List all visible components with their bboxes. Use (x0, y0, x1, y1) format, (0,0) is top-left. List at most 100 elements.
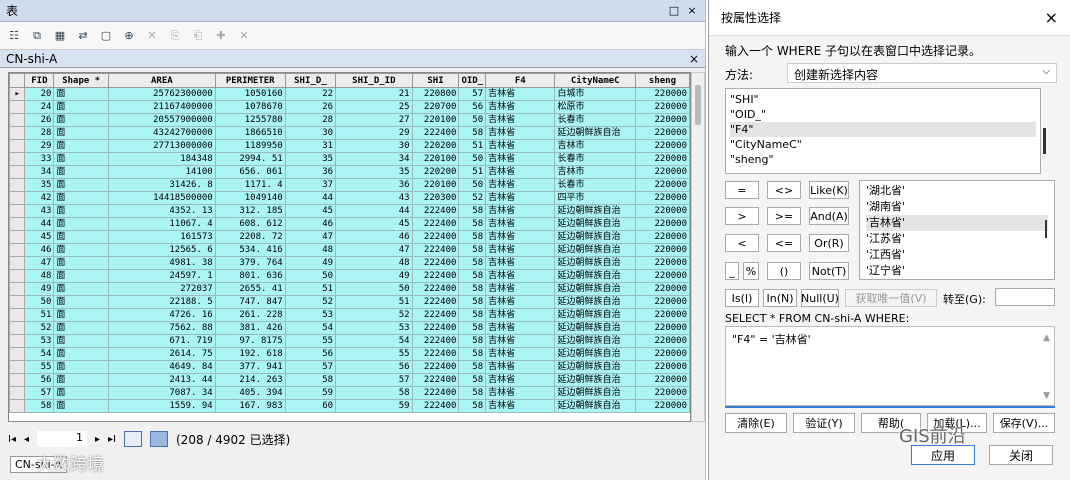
prev-record-button[interactable]: ◂ (24, 434, 29, 445)
table-cell[interactable]: 51 (24, 308, 55, 322)
table-cell[interactable]: 54 (24, 347, 55, 361)
table-cell[interactable]: 377. 941 (214, 360, 286, 374)
table-cell[interactable]: 面 (53, 87, 109, 101)
table-cell[interactable]: 1049140 (214, 191, 286, 205)
table-cell[interactable]: 222400 (411, 308, 460, 322)
field-list-item[interactable]: "sheng" (730, 152, 1036, 167)
unique-values-list[interactable]: '湖北省' '湖南省' '吉林省' '江苏省' '江西省' '辽宁省' (859, 180, 1055, 280)
or-button[interactable]: Or(R) (809, 234, 849, 252)
row-selector-header[interactable] (9, 73, 26, 88)
table-cell[interactable]: 吉林省 (485, 347, 556, 361)
table-cell[interactable]: 58 (458, 126, 487, 140)
table-cell[interactable]: 吉林省 (485, 334, 556, 348)
table-cell[interactable]: 长春市 (554, 178, 636, 192)
table-cell[interactable]: 220000 (634, 282, 690, 296)
row-selector[interactable] (9, 308, 26, 322)
table-row[interactable]: 57 面 7087. 34 405. 394 59 58 222400 58 吉林省 延边朝鲜族自… (9, 386, 690, 400)
table-cell[interactable]: 延边朝鲜族自治 (554, 347, 636, 361)
table-row[interactable]: 46 面 12565. 6 534. 416 48 47 222400 58 吉林省 延边朝鲜族自… (9, 243, 690, 257)
table-cell[interactable]: 24597. 1 (107, 269, 216, 283)
row-selector[interactable] (9, 113, 26, 127)
table-cell[interactable]: 43 (335, 191, 413, 205)
table-cell[interactable]: 222400 (411, 126, 460, 140)
table-cell[interactable]: 50 (24, 295, 55, 309)
table-cell[interactable]: 四平市 (554, 191, 636, 205)
table-cell[interactable]: 220300 (411, 191, 460, 205)
row-selector[interactable] (9, 399, 26, 413)
table-cell[interactable]: 白城市 (554, 87, 636, 101)
table-cell[interactable]: 58 (458, 230, 487, 244)
table-cell[interactable]: 31426. 8 (107, 178, 216, 192)
table-cell[interactable]: 吉林市 (554, 139, 636, 153)
table-cell[interactable]: 222400 (411, 386, 460, 400)
table-cell[interactable]: 54 (335, 334, 413, 348)
table-cell[interactable]: 2208. 72 (214, 230, 286, 244)
table-cell[interactable]: 延边朝鲜族自治 (554, 360, 636, 374)
related-tables-icon[interactable]: ⧉ (29, 28, 45, 44)
table-cell[interactable]: 长春市 (554, 113, 636, 127)
table-cell[interactable]: 吉林省 (485, 191, 556, 205)
dialog-close-icon[interactable]: × (1045, 8, 1058, 27)
table-cell[interactable]: 吉林省 (485, 256, 556, 270)
table-cell[interactable]: 面 (53, 152, 109, 166)
table-cell[interactable]: 405. 394 (214, 386, 286, 400)
row-selector[interactable] (9, 126, 26, 140)
delete-selected-icon[interactable]: ✕ (144, 28, 160, 44)
table-cell[interactable]: 608. 612 (214, 217, 286, 231)
table-cell[interactable]: 220000 (634, 334, 690, 348)
table-cell[interactable]: 220000 (634, 269, 690, 283)
table-cell[interactable]: 220000 (634, 399, 690, 413)
apply-button[interactable]: 应用 (911, 445, 975, 465)
table-cell[interactable]: 12565. 6 (107, 243, 216, 257)
table-cell[interactable]: 534. 416 (214, 243, 286, 257)
where-clause-textarea[interactable]: "F4" = '吉林省' ▲ ▼ (725, 326, 1055, 406)
table-scrollbar[interactable] (691, 72, 705, 422)
row-selector[interactable] (9, 282, 26, 296)
table-cell[interactable]: 58 (458, 321, 487, 335)
table-cell[interactable]: 2413. 44 (107, 373, 216, 387)
row-selector[interactable] (9, 256, 26, 270)
table-cell[interactable]: 吉林省 (485, 126, 556, 140)
table-cell[interactable]: 吉林省 (485, 386, 556, 400)
table-cell[interactable]: 312. 185 (214, 204, 286, 218)
table-cell[interactable]: 吉林省 (485, 165, 556, 179)
table-cell[interactable]: 220000 (634, 308, 690, 322)
table-cell[interactable]: 48 (284, 243, 337, 257)
row-selector[interactable] (9, 295, 26, 309)
table-row[interactable]: 50 面 22188. 5 747. 847 52 51 222400 58 吉林省 延边朝鲜族自… (9, 295, 690, 309)
table-cell[interactable]: 20557900000 (107, 113, 216, 127)
scrollbar-thumb[interactable] (695, 85, 701, 125)
table-cell[interactable]: 吉林省 (485, 308, 556, 322)
table-row[interactable]: 29 面 27713000000 1189950 31 30 220200 51 吉林省 吉林市 2… (9, 139, 690, 153)
table-cell[interactable]: 2655. 41 (214, 282, 286, 296)
table-cell[interactable]: 1050160 (214, 87, 286, 101)
table-cell[interactable]: 吉林市 (554, 165, 636, 179)
table-cell[interactable]: 51 (458, 139, 487, 153)
table-options-icon[interactable]: ☷ (6, 28, 22, 44)
table-row[interactable]: 54 面 2614. 75 192. 618 56 55 222400 58 吉林省 延边朝鲜族自… (9, 347, 690, 361)
row-selector[interactable] (9, 178, 26, 192)
table-cell[interactable]: 吉林省 (485, 204, 556, 218)
field-list-item[interactable]: "F4" (730, 122, 1036, 137)
table-cell[interactable]: 吉林省 (485, 269, 556, 283)
table-cell[interactable]: 面 (53, 217, 109, 231)
table-cell[interactable]: 延边朝鲜族自治 (554, 399, 636, 413)
table-cell[interactable]: 44 (284, 191, 337, 205)
table-cell[interactable]: 50 (458, 113, 487, 127)
table-cell[interactable]: 222400 (411, 282, 460, 296)
table-cell[interactable]: 272037 (107, 282, 216, 296)
table-cell[interactable]: 吉林省 (485, 373, 556, 387)
table-cell[interactable]: 吉林省 (485, 399, 556, 413)
table-row[interactable]: 47 面 4981. 38 379. 764 49 48 222400 58 吉林省 延边朝鲜族自… (9, 256, 690, 270)
greater-than-button[interactable]: > (725, 207, 759, 225)
table-cell[interactable]: 27713000000 (107, 139, 216, 153)
value-list-item[interactable]: '湖北省' (866, 183, 1048, 199)
row-selector[interactable] (9, 243, 26, 257)
table-cell[interactable]: 52 (24, 321, 55, 335)
table-cell[interactable]: 面 (53, 373, 109, 387)
table-cell[interactable]: 48 (24, 269, 55, 283)
table-cell[interactable]: 面 (53, 334, 109, 348)
table-cell[interactable]: 97. 8175 (214, 334, 286, 348)
table-cell[interactable]: 延边朝鲜族自治 (554, 217, 636, 231)
table-cell[interactable]: 延边朝鲜族自治 (554, 126, 636, 140)
